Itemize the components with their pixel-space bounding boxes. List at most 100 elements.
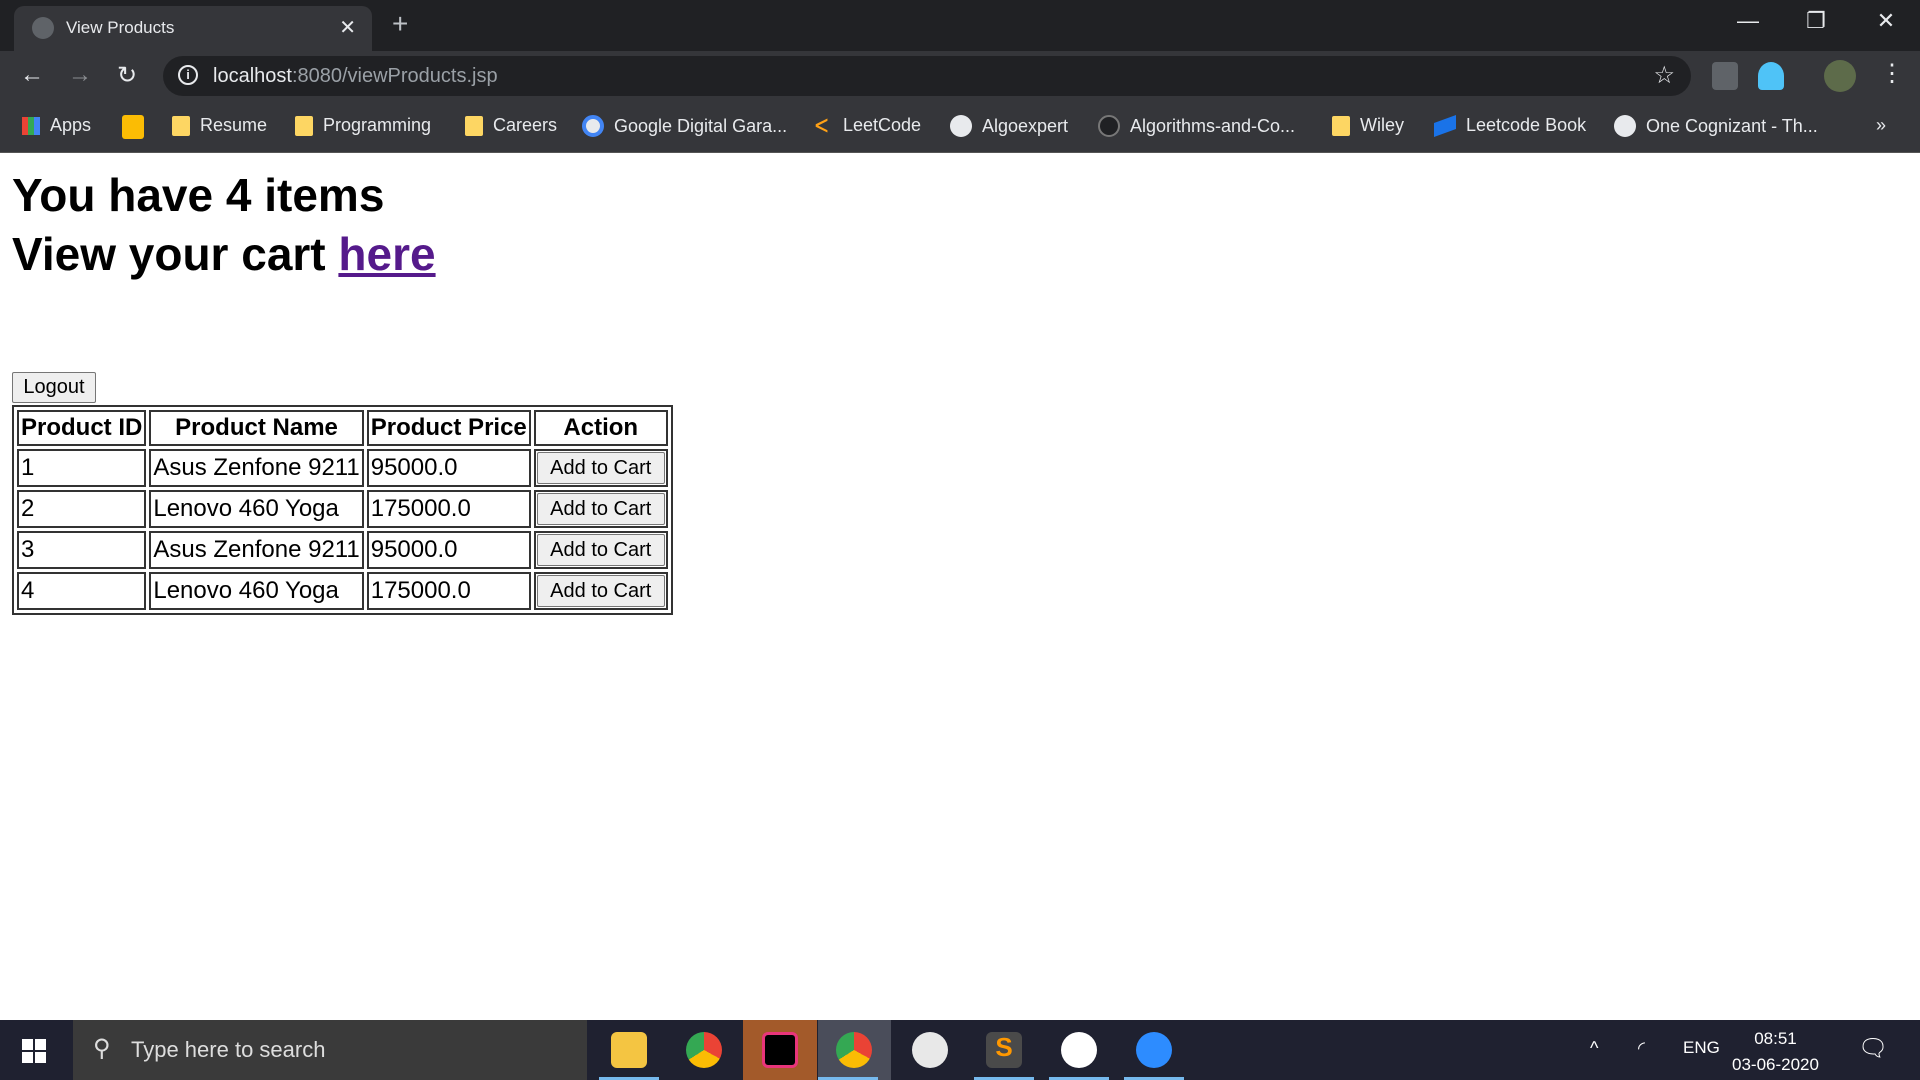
search-icon: ⚲ [93, 1035, 111, 1062]
menu-icon[interactable]: ⋮ [1880, 59, 1904, 88]
add-to-cart-button[interactable]: Add to Cart [536, 493, 665, 525]
page-content: You have 4 items View your cart here Log… [0, 153, 1920, 1020]
bookmark-apps[interactable]: Apps [22, 115, 91, 136]
product-id: 2 [17, 490, 147, 528]
product-price: 95000.0 [366, 531, 531, 569]
bookmark-programming[interactable]: Programming [295, 115, 431, 136]
bookmarks-bar: Apps Resume Programming Careers Google D… [0, 100, 1920, 153]
product-name: Lenovo 460 Yoga [149, 572, 364, 610]
add-to-cart-button[interactable]: Add to Cart [536, 452, 665, 484]
folder-icon [295, 115, 313, 136]
bookmark-wiley[interactable]: Wiley [1332, 115, 1404, 136]
slack-icon[interactable] [1061, 1032, 1097, 1068]
logout-button[interactable]: Logout [12, 372, 96, 403]
bookmark-label: Wiley [1360, 115, 1404, 135]
intellij-icon[interactable] [762, 1032, 798, 1068]
extension-head-icon[interactable] [1758, 62, 1784, 90]
bookmark-leetcode-book[interactable]: Leetcode Book [1434, 114, 1586, 137]
book-icon [1434, 114, 1456, 137]
extension-bulb-icon[interactable] [1712, 62, 1738, 90]
search-placeholder: Type here to search [131, 1037, 326, 1062]
items-count-heading: You have 4 items [12, 169, 385, 221]
language-indicator[interactable]: ENG [1683, 1038, 1720, 1058]
apps-grid-icon [22, 116, 40, 135]
chrome-profile-icon[interactable] [836, 1032, 872, 1068]
forward-button[interactable]: → [68, 61, 92, 89]
cart-link[interactable]: here [338, 228, 435, 280]
tab-title: View Products [66, 18, 175, 37]
bookmark-one-cognizant[interactable]: One Cognizant - Th... [1614, 115, 1818, 137]
windows-start-icon[interactable] [22, 1039, 46, 1063]
globe-icon [1614, 115, 1636, 137]
wifi-icon[interactable]: ◜ [1638, 1038, 1645, 1059]
product-name: Asus Zenfone 9211 [149, 449, 364, 487]
leetcode-icon: ᐸ [815, 115, 829, 136]
bookmark-google[interactable]: Google Digital Gara... [582, 115, 787, 137]
back-button[interactable]: ← [20, 61, 44, 89]
bookmark-keep[interactable] [122, 115, 144, 139]
globe-icon [32, 17, 54, 39]
view-cart-text: View your cart [12, 228, 339, 280]
products-table: Product ID Product Name Product Price Ac… [12, 405, 673, 615]
tab-view-products[interactable]: View Products ✕ [14, 6, 372, 51]
product-id: 1 [17, 449, 147, 487]
product-price: 175000.0 [366, 572, 531, 610]
bookmark-label: One Cognizant - Th... [1646, 115, 1818, 136]
header-product-name: Product Name [149, 410, 364, 446]
add-to-cart-button[interactable]: Add to Cart [536, 575, 665, 607]
profile-avatar[interactable] [1824, 60, 1856, 92]
notifications-icon[interactable]: 🗨 [1858, 1034, 1888, 1063]
product-name: Asus Zenfone 9211 [149, 531, 364, 569]
zoom-icon[interactable] [1136, 1032, 1172, 1068]
table-row: 4 Lenovo 460 Yoga 175000.0 Add to Cart [17, 572, 668, 610]
taskbar-search-box[interactable]: ⚲ Type here to search [73, 1020, 587, 1080]
bookmark-algoexpert[interactable]: Algoexpert [950, 115, 1068, 137]
close-tab-icon[interactable]: ✕ [339, 15, 356, 40]
bookmark-algorithms[interactable]: Algorithms-and-Co... [1098, 115, 1295, 137]
bookmark-careers[interactable]: Careers [465, 115, 557, 136]
add-to-cart-button[interactable]: Add to Cart [536, 534, 665, 566]
folder-icon [172, 115, 190, 136]
bookmark-label: Algoexpert [982, 115, 1069, 136]
bookmark-star-icon[interactable]: ☆ [1653, 61, 1675, 90]
chrome-icon[interactable] [686, 1032, 722, 1068]
url-path: :8080/viewProducts.jsp [291, 65, 498, 87]
clock-date: 03-06-2020 [1732, 1055, 1819, 1074]
sublime-text-icon[interactable]: S [986, 1032, 1022, 1068]
restore-button[interactable]: ❐ [1796, 8, 1836, 34]
product-price: 175000.0 [366, 490, 531, 528]
info-icon[interactable]: i [178, 65, 198, 85]
table-header-row: Product ID Product Name Product Price Ac… [17, 410, 668, 446]
view-cart-heading: View your cart here [12, 227, 436, 281]
bookmark-leetcode[interactable]: ᐸ LeetCode [815, 115, 921, 136]
file-explorer-icon[interactable] [611, 1032, 647, 1068]
bookmark-label: Algorithms-and-Co... [1130, 115, 1296, 136]
bookmark-label: Resume [200, 115, 268, 135]
bookmark-resume[interactable]: Resume [172, 115, 267, 136]
header-product-price: Product Price [366, 410, 531, 446]
new-tab-button[interactable]: + [392, 8, 408, 40]
minimize-button[interactable]: — [1728, 8, 1768, 34]
clock-time: 08:51 [1754, 1029, 1797, 1048]
reload-button[interactable]: ↻ [117, 61, 137, 90]
github-icon [1098, 115, 1120, 137]
bookmark-label: Careers [493, 115, 558, 135]
bookmark-label: Apps [50, 115, 92, 135]
snipping-tool-icon[interactable] [912, 1032, 948, 1068]
bookmark-label: Programming [323, 115, 432, 135]
product-price: 95000.0 [366, 449, 531, 487]
folder-icon [1332, 115, 1350, 136]
show-hidden-icons[interactable]: ^ [1590, 1038, 1598, 1059]
github-icon [950, 115, 972, 137]
windows-taskbar: ⚲ Type here to search S ^ ◜ ENG 08:51 03… [0, 1020, 1920, 1080]
close-window-button[interactable]: ✕ [1866, 8, 1906, 34]
header-action: Action [533, 410, 668, 446]
product-id: 3 [17, 531, 147, 569]
keep-icon [122, 115, 144, 139]
taskbar-clock[interactable]: 08:51 03-06-2020 [1732, 1026, 1819, 1078]
product-id: 4 [17, 572, 147, 610]
address-bar[interactable]: i localhost:8080/viewProducts.jsp ☆ [163, 56, 1691, 96]
bookmark-label: LeetCode [843, 115, 922, 135]
folder-icon [465, 115, 483, 136]
more-bookmarks-button[interactable]: » [1876, 115, 1886, 136]
